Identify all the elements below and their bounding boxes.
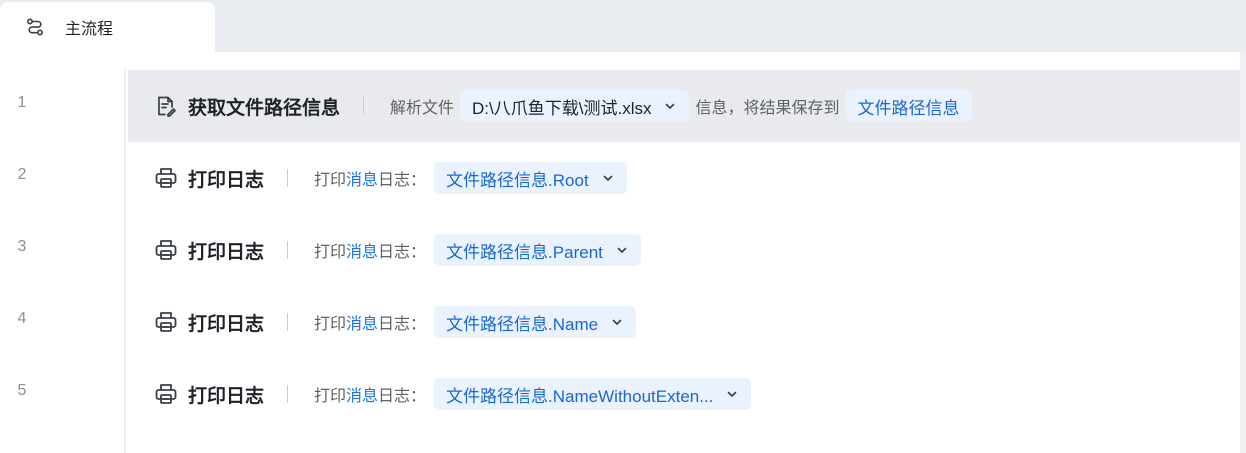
divider (363, 97, 365, 115)
result-variable-name: 文件路径信息 (857, 98, 960, 118)
message-link[interactable]: 消息 (346, 238, 378, 262)
log-label: 日志： (378, 388, 427, 405)
step-title: 打印日志 (188, 385, 265, 407)
line-number: 2 (17, 166, 27, 183)
printer-icon (154, 166, 178, 190)
chevron-down-icon (615, 243, 629, 257)
divider (287, 385, 289, 403)
file-path-select[interactable]: D:\八爪鱼下载\测试.xlsx (460, 90, 690, 122)
tab-label: 主流程 (65, 21, 114, 38)
print-label: 打印 (314, 388, 347, 405)
chevron-down-icon (663, 99, 677, 113)
log-label: 日志： (378, 172, 427, 189)
log-value-select[interactable]: 文件路径信息.NameWithoutExten... (434, 378, 752, 410)
log-value-select[interactable]: 文件路径信息.Parent (434, 234, 641, 266)
result-variable[interactable]: 文件路径信息 (845, 90, 972, 122)
print-label: 打印 (314, 172, 347, 189)
chevron-down-icon (601, 171, 615, 185)
file-path-value: D:\八爪鱼下载\测试.xlsx (472, 98, 652, 118)
line-number: 1 (17, 94, 27, 111)
step-text-prefix: 解析文件 (390, 100, 455, 117)
line-number: 4 (17, 310, 27, 327)
flow-canvas: 获取文件路径信息 解析文件 D:\八爪鱼下载\测试.xlsx 信息，将结果保存到… (124, 70, 1242, 453)
log-value: 文件路径信息.Name (446, 314, 599, 334)
step-print-log[interactable]: 打印日志 打印 消息 日志： 文件路径信息.Root (128, 142, 1242, 214)
step-print-log[interactable]: 打印日志 打印 消息 日志： 文件路径信息.Parent (128, 214, 1242, 286)
log-value-select[interactable]: 文件路径信息.Root (434, 162, 627, 194)
line-number: 5 (17, 382, 27, 399)
message-link[interactable]: 消息 (346, 382, 378, 406)
log-value: 文件路径信息.Parent (446, 242, 603, 262)
document-icon (154, 94, 178, 118)
divider (287, 169, 289, 187)
log-value: 文件路径信息.Root (446, 170, 589, 190)
printer-icon (154, 382, 178, 406)
message-link[interactable]: 消息 (346, 310, 378, 334)
divider (287, 241, 289, 259)
log-value: 文件路径信息.NameWithoutExten... (446, 386, 714, 406)
step-title: 获取文件路径信息 (188, 97, 341, 119)
step-title: 打印日志 (188, 241, 265, 263)
tab-main-flow[interactable]: 主流程 (0, 2, 215, 52)
scrollbar-track[interactable] (1240, 52, 1246, 453)
line-number: 3 (17, 238, 27, 255)
chevron-down-icon (725, 387, 739, 401)
step-title: 打印日志 (188, 313, 265, 335)
step-print-log[interactable]: 打印日志 打印 消息 日志： 文件路径信息.NameWithoutExten... (128, 358, 1242, 430)
line-number-gutter: 1 2 3 4 5 (0, 52, 124, 453)
step-get-file-path-info[interactable]: 获取文件路径信息 解析文件 D:\八爪鱼下载\测试.xlsx 信息，将结果保存到… (128, 70, 1242, 142)
print-label: 打印 (314, 244, 347, 261)
message-link[interactable]: 消息 (346, 166, 378, 190)
log-label: 日志： (378, 316, 427, 333)
log-value-select[interactable]: 文件路径信息.Name (434, 306, 637, 338)
step-title: 打印日志 (188, 169, 265, 191)
step-print-log[interactable]: 打印日志 打印 消息 日志： 文件路径信息.Name (128, 286, 1242, 358)
flow-icon (24, 16, 46, 38)
tab-bar: 主流程 (0, 0, 1246, 52)
log-label: 日志： (378, 244, 427, 261)
printer-icon (154, 310, 178, 334)
step-text-middle: 信息，将结果保存到 (695, 100, 840, 117)
printer-icon (154, 238, 178, 262)
divider (287, 313, 289, 331)
print-label: 打印 (314, 316, 347, 333)
chevron-down-icon (610, 315, 624, 329)
